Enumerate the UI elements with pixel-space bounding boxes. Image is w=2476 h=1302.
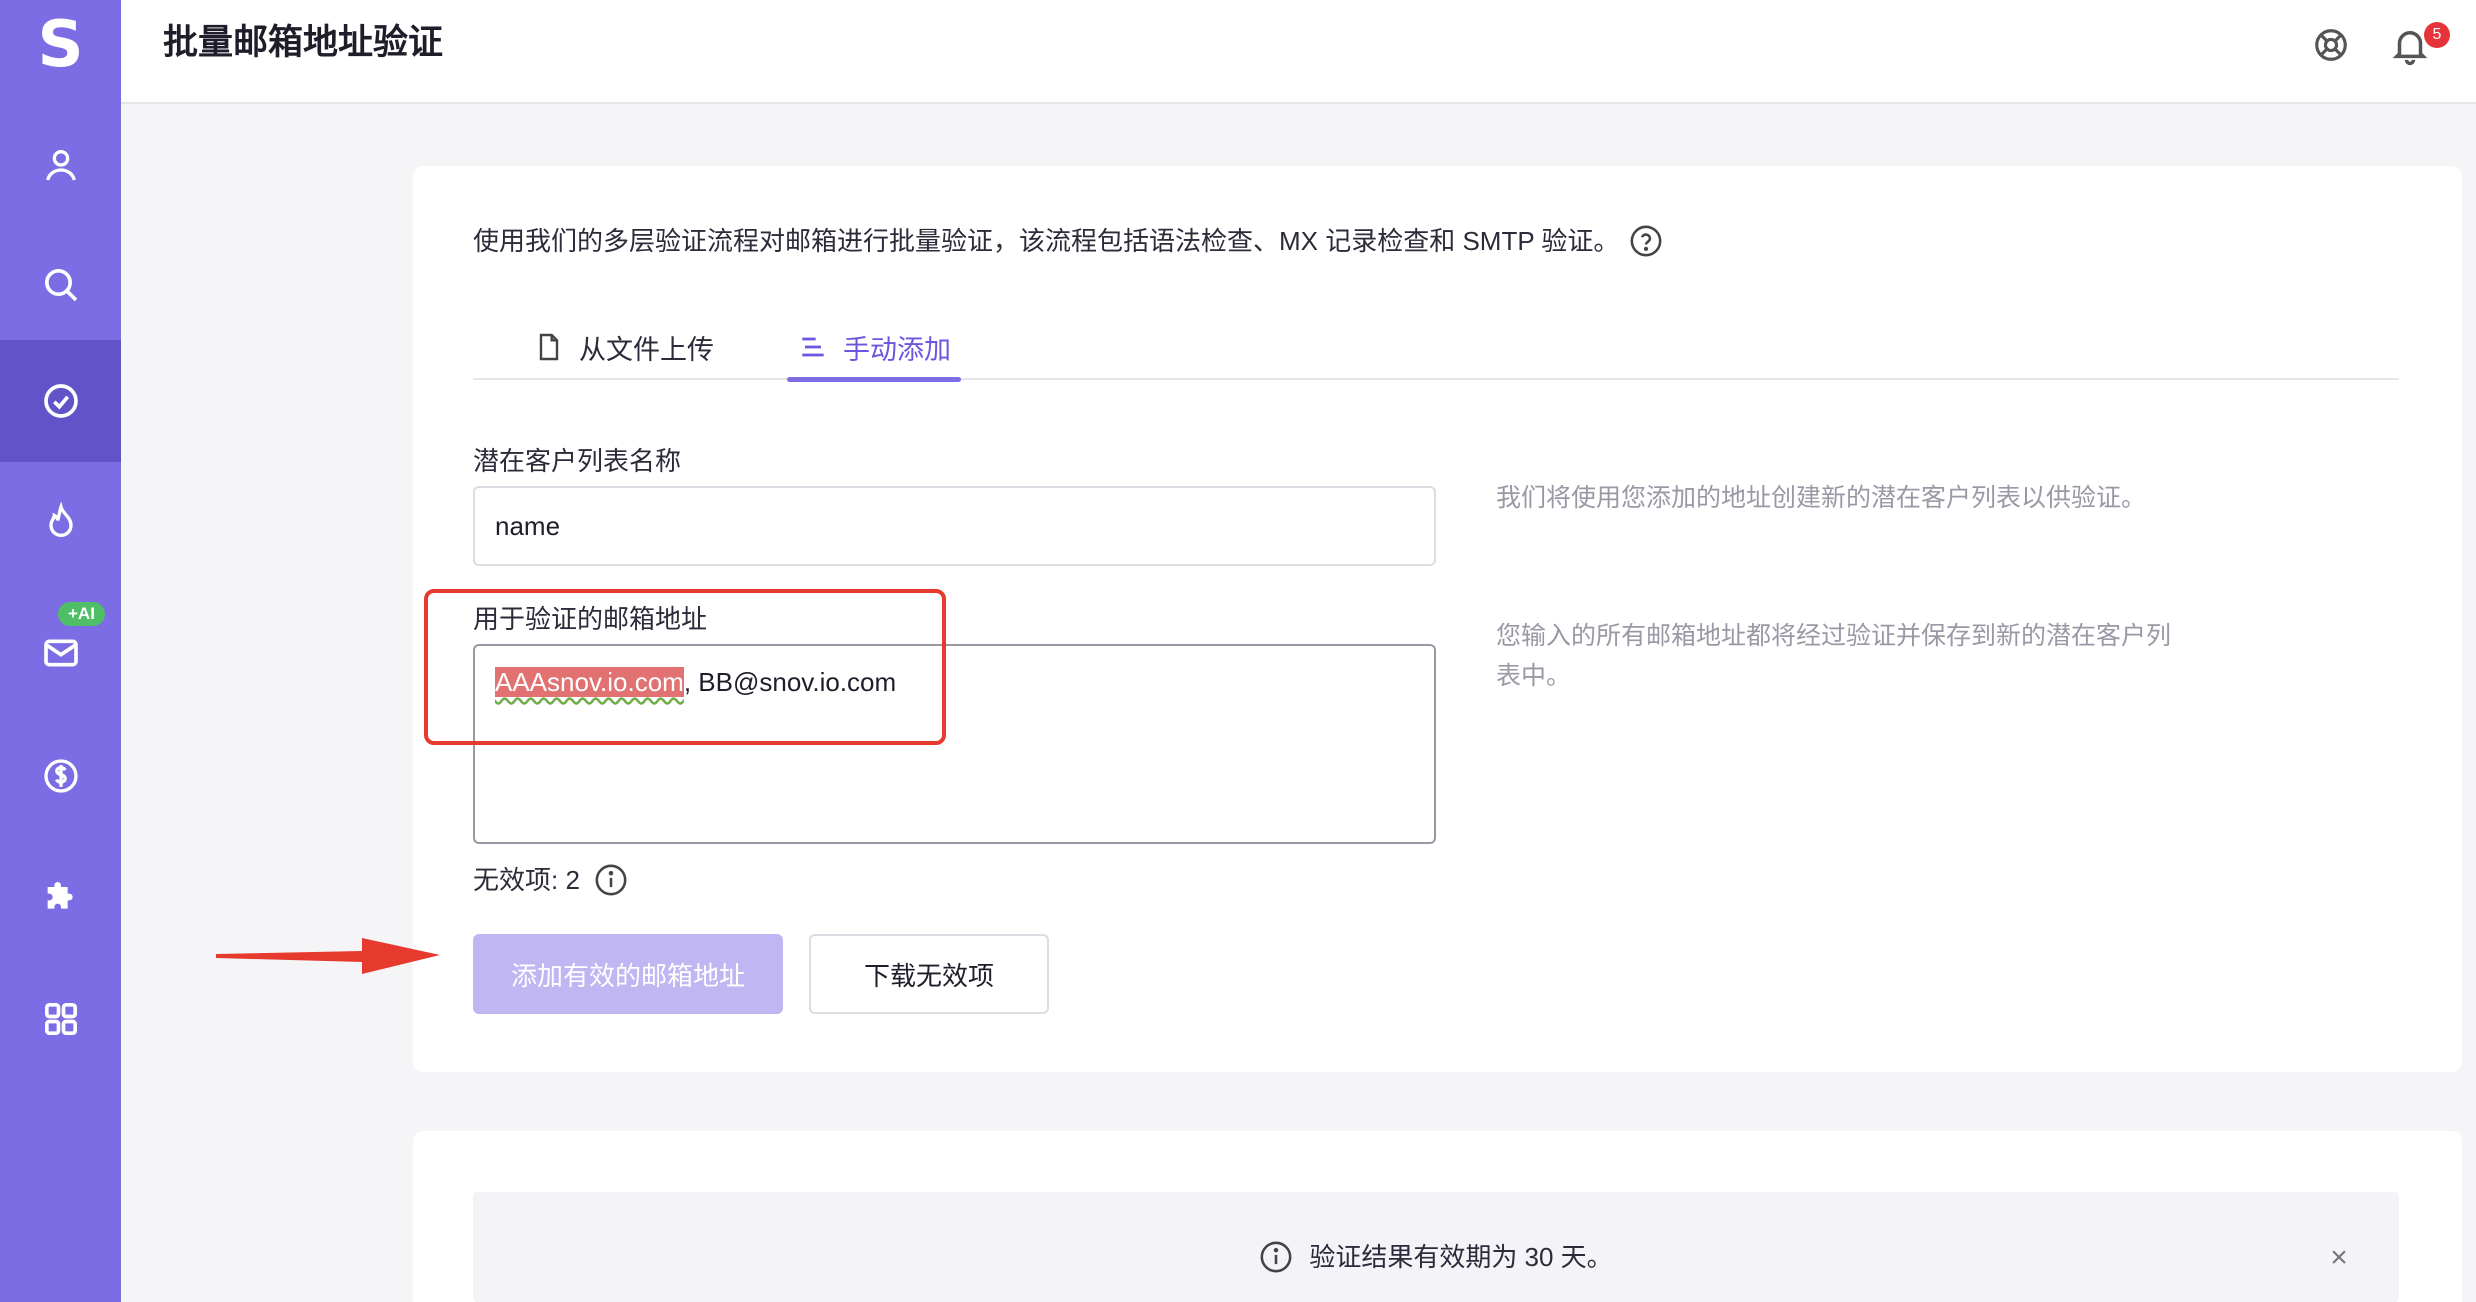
tab-manual-add-label: 手动添加 — [843, 334, 951, 365]
snov-logo[interactable]: S — [0, 0, 121, 90]
list-name-label: 潜在客户列表名称 — [473, 446, 682, 476]
tab-upload-file-label: 从文件上传 — [579, 334, 714, 365]
sidebar-item-warmup[interactable] — [0, 461, 121, 583]
check-circle-icon — [43, 384, 78, 418]
list-lines-icon — [802, 337, 824, 357]
sidebar-item-prospects[interactable] — [0, 104, 121, 226]
results-card: 验证结果有效期为 30 天。 × — [413, 1131, 2462, 1302]
tab-manual-add[interactable]: 手动添加 — [787, 314, 961, 382]
emails-hint-line1: 您输入的所有邮箱地址都将经过验证并保存到新的潜在客户列 — [1496, 622, 2172, 650]
close-icon[interactable]: × — [2323, 1242, 2355, 1274]
apps-grid-icon — [44, 1003, 77, 1035]
sidebar-item-verifier[interactable] — [0, 340, 121, 462]
emails-textarea-rest: , BB@snov.io.com — [683, 667, 897, 697]
add-valid-emails-button[interactable]: 添加有效的邮箱地址 — [473, 934, 783, 1014]
download-invalid-button[interactable]: 下载无效项 — [809, 934, 1049, 1014]
info-circle-icon[interactable] — [594, 863, 628, 897]
bulk-verify-card: 使用我们的多层验证流程对邮箱进行批量验证，该流程包括语法检查、MX 记录检查和 … — [413, 166, 2462, 1072]
ai-badge: +AI — [58, 602, 105, 626]
page-title: 批量邮箱地址验证 — [163, 23, 444, 62]
puzzle-icon — [47, 882, 73, 909]
validity-notice: 验证结果有效期为 30 天。 × — [473, 1192, 2399, 1302]
emails-textarea[interactable]: AAAsnov.io.com, BB@snov.io.com — [473, 644, 1436, 844]
sidebar-item-integrations[interactable] — [0, 836, 121, 958]
user-icon — [45, 150, 76, 181]
document-icon — [539, 333, 559, 361]
annotation-arrow-icon — [216, 938, 440, 974]
sidebar: S +AI — [0, 0, 121, 1302]
invalid-count: 无效项: 2 — [473, 863, 628, 897]
top-header: 批量邮箱地址验证 5 — [121, 0, 2476, 104]
lifebuoy-help-icon[interactable] — [2312, 26, 2350, 64]
notice-message: 验证结果有效期为 30 天。 — [473, 1240, 2399, 1274]
list-name-hint: 我们将使用您添加的地址创建新的潜在客户列表以供验证。 — [1496, 484, 2147, 512]
tab-upload-file[interactable]: 从文件上传 — [533, 314, 714, 380]
sidebar-item-search[interactable] — [0, 224, 121, 346]
question-circle-icon[interactable] — [1629, 224, 1663, 258]
list-name-input[interactable]: name — [473, 486, 1436, 566]
emails-hint-line2: 表中。 — [1496, 662, 1572, 690]
description: 使用我们的多层验证流程对邮箱进行批量验证，该流程包括语法检查、MX 记录检查和 … — [473, 222, 1663, 260]
dollar-icon — [43, 759, 78, 793]
search-icon — [44, 269, 77, 302]
notice-text: 验证结果有效期为 30 天。 — [1309, 1242, 1613, 1272]
sidebar-item-apps[interactable] — [0, 958, 121, 1080]
emails-label: 用于验证的邮箱地址 — [473, 604, 708, 634]
invalid-count-label: 无效项: 2 — [473, 865, 580, 895]
invalid-email-highlight: AAAsnov.io.com — [495, 667, 684, 697]
notification-count-badge: 5 — [2424, 22, 2450, 48]
emails-hint: 您输入的所有邮箱地址都将经过验证并保存到新的潜在客户列 表中。 — [1496, 616, 2171, 696]
flame-icon — [48, 502, 73, 537]
description-text: 使用我们的多层验证流程对邮箱进行批量验证，该流程包括语法检查、MX 记录检查和 … — [473, 226, 1620, 256]
input-method-tabs: 从文件上传 手动添加 — [473, 314, 2399, 382]
info-circle-icon — [1260, 1241, 1292, 1273]
sidebar-item-deals[interactable] — [0, 715, 121, 837]
mail-icon — [43, 639, 78, 667]
